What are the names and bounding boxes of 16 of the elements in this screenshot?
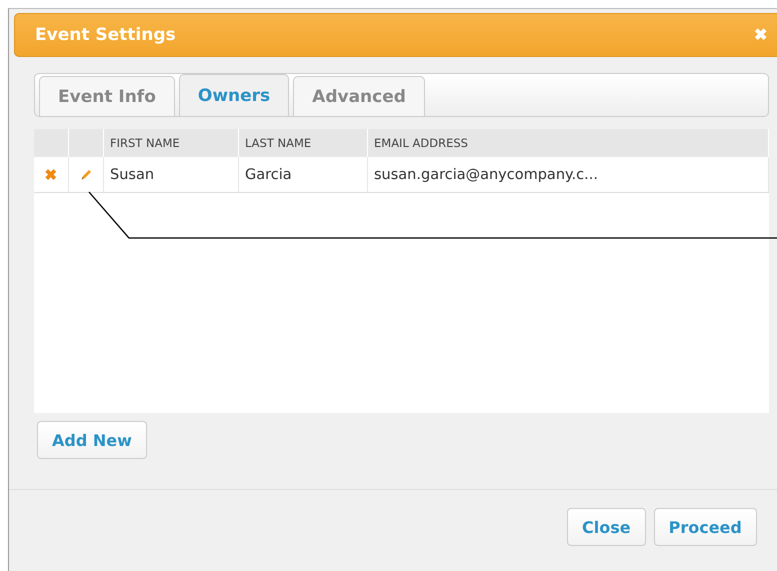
column-header: LAST NAME	[239, 129, 368, 157]
table-cell: Susan	[104, 157, 239, 192]
column-header: EMAIL ADDRESS	[368, 129, 769, 157]
table-cell: Garcia	[239, 157, 368, 192]
dialog-button[interactable]: Proceed	[654, 508, 757, 546]
window-title: Event Settings	[35, 25, 177, 45]
column-header: FIRST NAME	[104, 129, 239, 157]
pencil-icon[interactable]	[80, 168, 92, 180]
add-new-button[interactable]: Add New	[37, 421, 147, 459]
tab[interactable]: Event Info	[39, 76, 175, 116]
dialog-button[interactable]: Close	[567, 508, 646, 546]
tab[interactable]: Advanced	[293, 76, 425, 116]
close-button[interactable]: ✖	[754, 25, 767, 45]
delete-button[interactable]: ✖	[44, 166, 58, 184]
table-cell: susan.garcia@anycompany.c...	[368, 157, 769, 192]
tab[interactable]: Owners	[178, 74, 290, 116]
